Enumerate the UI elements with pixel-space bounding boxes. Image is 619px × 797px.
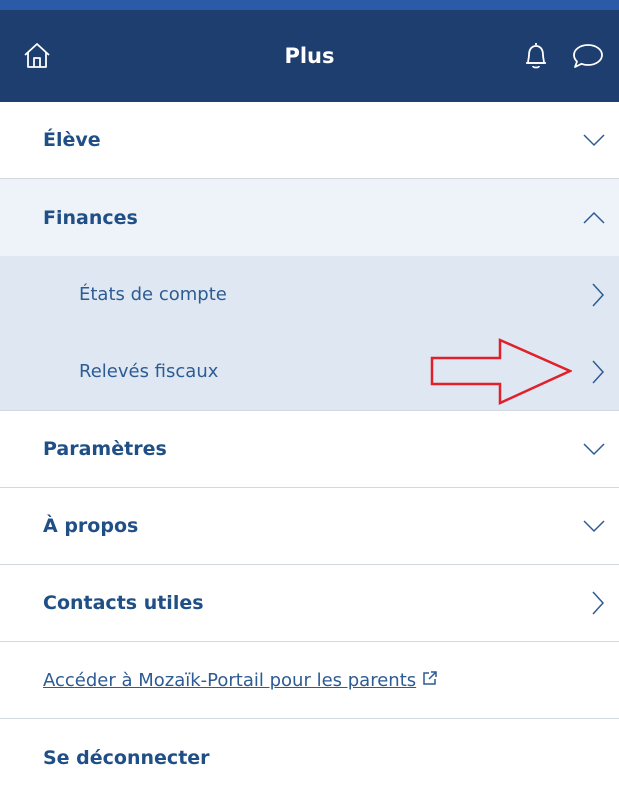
chevron-down-icon	[583, 519, 605, 533]
top-status-strip	[0, 0, 619, 10]
submenu-item-label: États de compte	[79, 284, 227, 305]
submenu-item-etats-de-compte[interactable]: États de compte	[0, 256, 619, 333]
menu-item-parametres[interactable]: Paramètres	[0, 411, 619, 488]
menu-item-label: Finances	[43, 206, 138, 229]
external-link-icon	[422, 670, 438, 691]
chevron-down-icon	[583, 442, 605, 456]
portal-link[interactable]: Accéder à Mozaïk-Portail pour les parent…	[43, 670, 438, 691]
menu-item-eleve[interactable]: Élève	[0, 102, 619, 179]
menu-item-label: Paramètres	[43, 438, 167, 460]
chat-bubble-icon[interactable]	[571, 41, 605, 71]
finances-submenu: États de compte Relevés fiscaux	[0, 256, 619, 411]
logout-row[interactable]: Se déconnecter	[0, 719, 619, 796]
chevron-right-icon	[591, 591, 605, 615]
more-menu: Élève Finances États de compte Relevés f…	[0, 102, 619, 796]
chevron-right-icon	[591, 282, 605, 307]
logout-label: Se déconnecter	[43, 746, 210, 769]
app-header: Plus	[0, 10, 619, 102]
menu-item-label: Élève	[43, 129, 101, 151]
chevron-right-icon	[591, 359, 605, 384]
bell-icon[interactable]	[523, 41, 549, 71]
portal-link-row: Accéder à Mozaïk-Portail pour les parent…	[0, 642, 619, 719]
menu-item-a-propos[interactable]: À propos	[0, 488, 619, 565]
menu-item-label: À propos	[43, 515, 139, 537]
menu-item-label: Contacts utiles	[43, 592, 204, 614]
portal-link-label: Accéder à Mozaïk-Portail pour les parent…	[43, 669, 417, 691]
home-icon[interactable]	[22, 41, 52, 71]
submenu-item-releves-fiscaux[interactable]: Relevés fiscaux	[0, 333, 619, 410]
menu-item-contacts-utiles[interactable]: Contacts utiles	[0, 565, 619, 642]
menu-item-finances[interactable]: Finances	[0, 179, 619, 256]
chevron-down-icon	[583, 133, 605, 147]
submenu-item-label: Relevés fiscaux	[79, 361, 219, 382]
red-arrow-pointer-icon	[430, 338, 572, 405]
chevron-up-icon	[583, 211, 605, 225]
